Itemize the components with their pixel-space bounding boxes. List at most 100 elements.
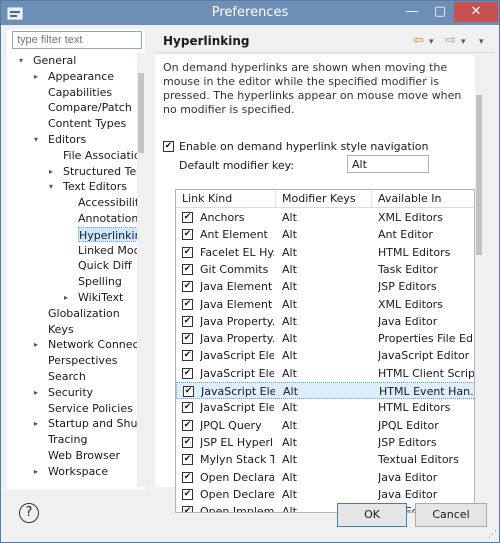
tree-item[interactable]: Text Editors [63, 179, 127, 194]
collapsed-chevron-icon[interactable]: ▸ [34, 341, 42, 349]
table-row[interactable]: ✔ JavaScript Ele... Alt HTML Editors [176, 399, 474, 416]
tree-item[interactable]: Quick Diff [78, 258, 132, 273]
table-row[interactable]: ✔ Java Property... Alt Java Editor [176, 313, 474, 330]
tree-item[interactable]: WikiText [78, 290, 123, 305]
column-header-modifier-keys[interactable]: Modifier Keys [276, 190, 372, 208]
collapsed-chevron-icon[interactable]: ▸ [34, 72, 42, 81]
column-header-link-kind[interactable]: Link Kind [176, 190, 276, 208]
table-row[interactable]: ✔ JavaScript Ele... Alt HTML Client Script [176, 365, 474, 382]
ok-button[interactable]: OK [337, 503, 407, 527]
row-checkbox[interactable]: ✔ [182, 488, 193, 500]
row-checkbox[interactable]: ✔ [182, 506, 193, 512]
table-row[interactable]: ✔ Ant Element Alt Ant Editor [176, 226, 474, 243]
table-row[interactable]: ✔ JavaScript Ele... Alt JavaScript Editor [176, 347, 474, 364]
row-checkbox[interactable]: ✔ [182, 454, 193, 466]
back-history-chevron-icon[interactable]: ▾ [429, 37, 434, 47]
tree-item[interactable]: Web Browser [48, 448, 120, 463]
table-row[interactable]: ✔ Open Declara... Alt Java Editor [176, 469, 474, 486]
row-checkbox[interactable]: ✔ [182, 471, 193, 483]
table-row[interactable]: ✔ Anchors Alt XML Editors [176, 209, 474, 226]
table-row[interactable]: ✔ Java Element Alt JSP Editors [176, 278, 474, 295]
page-scrollbar[interactable] [475, 55, 483, 515]
tree-item[interactable]: Linked Mod [78, 243, 137, 258]
row-checkbox[interactable]: ✔ [182, 281, 193, 293]
row-checkbox[interactable]: ✔ [182, 229, 193, 241]
page-content: On demand hyperlinks are shown when movi… [155, 55, 483, 515]
tree-scrollbar[interactable] [137, 53, 145, 487]
row-checkbox[interactable]: ✔ [182, 315, 193, 327]
tree-item[interactable]: Spelling [78, 274, 122, 289]
tree-item[interactable]: Network Connectio [48, 337, 137, 352]
preferences-window: Preferences — ▢ ✕ General ▾ Appearance ▸ Cap… [0, 0, 500, 543]
tree-item[interactable]: Hyperlinking [78, 226, 137, 242]
tree-item[interactable]: Security [48, 385, 93, 400]
tree-item[interactable]: Content Types [48, 116, 126, 131]
row-checkbox[interactable]: ✔ [182, 350, 193, 362]
filter-input[interactable] [12, 31, 142, 49]
row-checkbox[interactable]: ✔ [182, 367, 193, 379]
tree-item[interactable]: Accessibility [78, 195, 137, 210]
collapsed-chevron-icon[interactable]: ▸ [34, 420, 42, 428]
tree-item[interactable]: Structured Text [63, 164, 137, 179]
row-checkbox[interactable]: ✔ [182, 263, 193, 275]
tree-item[interactable]: File Associatio [63, 148, 137, 163]
cancel-button[interactable]: Cancel [415, 503, 487, 527]
modifier-key-field[interactable]: Alt [347, 155, 429, 173]
tree-item[interactable]: Startup and Shutd [48, 416, 137, 431]
resize-grip-icon[interactable]: ⋰ [488, 530, 497, 540]
row-checkbox[interactable]: ✔ [182, 298, 193, 310]
forward-arrow-icon[interactable]: ⇨ [445, 33, 456, 48]
tree-item[interactable]: Search [48, 369, 86, 384]
tree-item[interactable]: Annotations [78, 211, 137, 226]
page-scrollbar-thumb[interactable] [476, 95, 482, 255]
tree-item[interactable]: Keys [48, 322, 74, 337]
table-row[interactable]: ✔ Java Property... Alt Properties File Ed..… [176, 330, 474, 347]
table-row[interactable]: ✔ Open Declare... Alt Java Editor [176, 486, 474, 503]
cell-kind: JavaScript Ele... [201, 385, 275, 398]
collapsed-chevron-icon[interactable]: ▸ [64, 294, 72, 302]
expanded-chevron-icon[interactable]: ▾ [19, 57, 27, 65]
tree-item[interactable]: General [33, 53, 76, 68]
close-button[interactable]: ✕ [454, 2, 498, 22]
table-row[interactable]: ✔ JSP EL Hyperli... Alt JSP Editors [176, 434, 474, 451]
help-icon[interactable]: ? [19, 503, 39, 523]
table-row[interactable]: ✔ Git Commits Alt Task Editor [176, 261, 474, 278]
tree-scrollbar-thumb[interactable] [138, 73, 144, 153]
table-row[interactable]: ✔ JavaScript Ele... Alt HTML Event Han... [176, 382, 474, 399]
enable-hyperlink-checkbox[interactable]: ✔ [163, 141, 174, 152]
forward-history-chevron-icon[interactable]: ▾ [461, 37, 466, 47]
table-row[interactable]: ✔ Mylyn Stack T... Alt Textual Editors [176, 451, 474, 468]
tree-item[interactable]: Perspectives [48, 353, 117, 368]
tree-item[interactable]: Workspace [48, 464, 108, 479]
tree-item[interactable]: Appearance [48, 69, 114, 84]
column-header-available-in[interactable]: Available In [372, 190, 474, 208]
tree-item[interactable]: Capabilities [48, 85, 112, 100]
row-checkbox[interactable]: ✔ [182, 402, 193, 414]
row-checkbox[interactable]: ✔ [182, 333, 193, 345]
maximize-button[interactable]: ▢ [427, 2, 453, 22]
expanded-chevron-icon[interactable]: ▾ [34, 136, 42, 144]
tree-item[interactable]: Globalization [48, 306, 120, 321]
row-checkbox[interactable]: ✔ [182, 246, 193, 258]
collapsed-chevron-icon[interactable]: ▸ [34, 467, 42, 476]
back-arrow-icon[interactable]: ⇦ [413, 33, 424, 48]
enable-hyperlink-label[interactable]: Enable on demand hyperlink style navigat… [179, 140, 428, 153]
view-menu-chevron-icon[interactable]: ▾ [479, 37, 484, 47]
tree-item[interactable]: Editors [48, 132, 86, 147]
row-checkbox[interactable]: ✔ [182, 212, 193, 223]
table-row[interactable]: ✔ Java Element Alt XML Editors [176, 296, 474, 313]
title-bar[interactable]: Preferences — ▢ ✕ [1, 1, 499, 25]
expanded-chevron-icon[interactable]: ▾ [49, 183, 57, 191]
collapsed-chevron-icon[interactable]: ▸ [49, 167, 57, 176]
tree-item[interactable]: Tracing [48, 432, 87, 447]
row-checkbox[interactable]: ✔ [182, 436, 193, 448]
tree-item-label: Perspectives [48, 354, 118, 368]
tree-item[interactable]: Compare/Patch [48, 100, 132, 115]
minimize-button[interactable]: — [399, 2, 425, 22]
collapsed-chevron-icon[interactable]: ▸ [34, 388, 42, 397]
row-checkbox[interactable]: ✔ [182, 419, 193, 431]
tree-item[interactable]: Service Policies [48, 401, 133, 416]
table-row[interactable]: ✔ Facelet EL Hy... Alt HTML Editors [176, 244, 474, 261]
row-checkbox[interactable]: ✔ [183, 386, 194, 397]
table-row[interactable]: ✔ JPQL Query Alt JPQL Editor [176, 417, 474, 434]
